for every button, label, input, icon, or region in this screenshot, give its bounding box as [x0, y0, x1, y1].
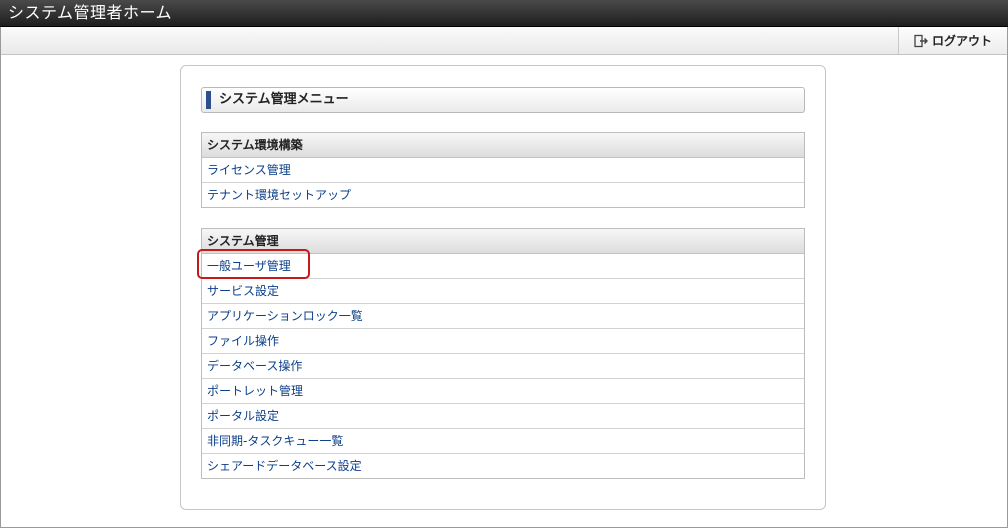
menu-section-system-management: システム管理 一般ユーザ管理 サービス設定 アプリケーションロック一覧 ファイル… [201, 228, 805, 479]
list-item: ポータル設定 [202, 404, 804, 429]
list-item: シェアードデータベース設定 [202, 454, 804, 478]
list-item: ポートレット管理 [202, 379, 804, 404]
list-item: アプリケーションロック一覧 [202, 304, 804, 329]
panel-header-accent [206, 91, 211, 109]
panel-header: システム管理メニュー [201, 87, 805, 113]
menu-link-file-operations[interactable]: ファイル操作 [207, 334, 279, 348]
panel-title: システム管理メニュー [219, 92, 349, 107]
logout-button[interactable]: ログアウト [898, 27, 1007, 54]
list-item: 一般ユーザ管理 [202, 254, 804, 279]
list-item: サービス設定 [202, 279, 804, 304]
menu-section-system-environment: システム環境構築 ライセンス管理 テナント環境セットアップ [201, 132, 805, 208]
menu-link-license[interactable]: ライセンス管理 [207, 163, 291, 177]
menu-link-portal-settings[interactable]: ポータル設定 [207, 409, 279, 423]
window-title: システム管理者ホーム [8, 3, 173, 22]
menu-link-application-locks[interactable]: アプリケーションロック一覧 [207, 309, 363, 323]
list-item: ライセンス管理 [202, 158, 804, 183]
menu-link-shared-database-settings[interactable]: シェアードデータベース設定 [207, 459, 362, 473]
menu-link-database-operations[interactable]: データベース操作 [207, 359, 302, 373]
list-item: ファイル操作 [202, 329, 804, 354]
toolbar: ログアウト [1, 27, 1007, 55]
menu-link-tenant-setup[interactable]: テナント環境セットアップ [207, 188, 351, 202]
list-item: 非同期-タスクキュー一覧 [202, 429, 804, 454]
logout-icon [914, 34, 929, 48]
menu-link-user-management[interactable]: 一般ユーザ管理 [207, 259, 291, 273]
section-heading: システム環境構築 [202, 133, 804, 158]
title-bar: システム管理者ホーム [0, 0, 1008, 27]
list-item: テナント環境セットアップ [202, 183, 804, 207]
menu-link-async-task-queue[interactable]: 非同期-タスクキュー一覧 [207, 434, 343, 448]
system-menu-panel: システム管理メニュー システム環境構築 ライセンス管理 テナント環境セットアップ… [180, 65, 826, 510]
section-heading: システム管理 [202, 229, 804, 254]
logout-label: ログアウト [931, 34, 992, 48]
menu-link-service-settings[interactable]: サービス設定 [207, 284, 279, 298]
list-item: データベース操作 [202, 354, 804, 379]
menu-link-portlet-management[interactable]: ポートレット管理 [207, 384, 303, 398]
